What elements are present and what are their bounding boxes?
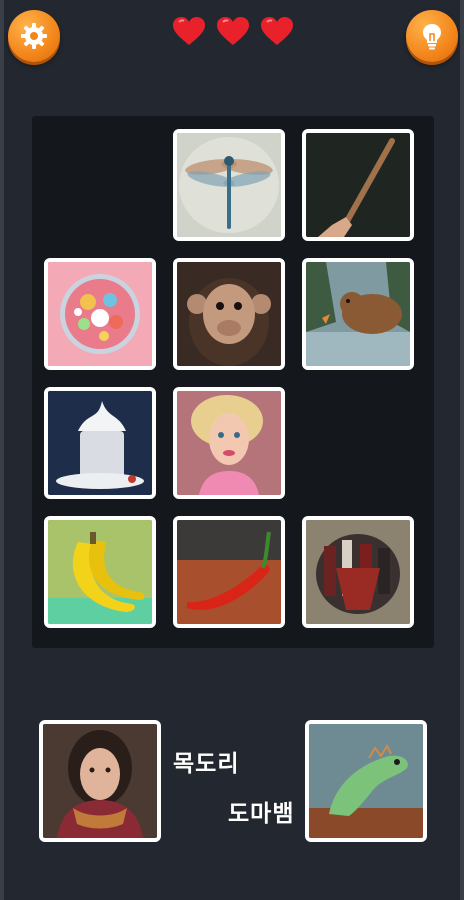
tile-dragonfly[interactable] <box>173 129 285 241</box>
banana-image <box>48 520 152 624</box>
candy-image <box>48 262 152 366</box>
tile-monkey[interactable] <box>173 258 285 370</box>
word-label-1: 목도리 <box>173 751 240 777</box>
tile-crowd[interactable] <box>302 516 414 628</box>
tile-chili-pepper[interactable] <box>173 516 285 628</box>
card-iguana[interactable] <box>305 720 427 842</box>
game-board <box>32 116 434 648</box>
beaver-image <box>306 262 410 366</box>
tile-milk[interactable] <box>44 387 156 499</box>
heart-icon <box>173 17 205 45</box>
heart-icon <box>217 17 249 45</box>
tile-beaver[interactable] <box>302 258 414 370</box>
iguana-image <box>309 724 423 838</box>
lightbulb-icon <box>423 24 441 50</box>
monkey-image <box>177 262 281 366</box>
word-label-2: 도마뱀 <box>228 801 295 827</box>
milk-image <box>48 391 152 495</box>
doll-image <box>177 391 281 495</box>
heart-icon <box>261 17 293 45</box>
settings-button[interactable] <box>8 10 60 62</box>
tile-stick[interactable] <box>302 129 414 241</box>
stick-image <box>306 133 410 237</box>
tile-doll[interactable] <box>173 387 285 499</box>
tile-banana[interactable] <box>44 516 156 628</box>
lives-indicator <box>172 16 294 46</box>
gear-icon <box>21 23 47 49</box>
card-woman-with-scarf[interactable] <box>39 720 161 842</box>
dragonfly-image <box>177 133 281 237</box>
woman-with-scarf-image <box>43 724 157 838</box>
tile-candy[interactable] <box>44 258 156 370</box>
hint-button[interactable] <box>406 10 458 62</box>
crowd-image <box>306 520 410 624</box>
chili-pepper-image <box>177 520 281 624</box>
